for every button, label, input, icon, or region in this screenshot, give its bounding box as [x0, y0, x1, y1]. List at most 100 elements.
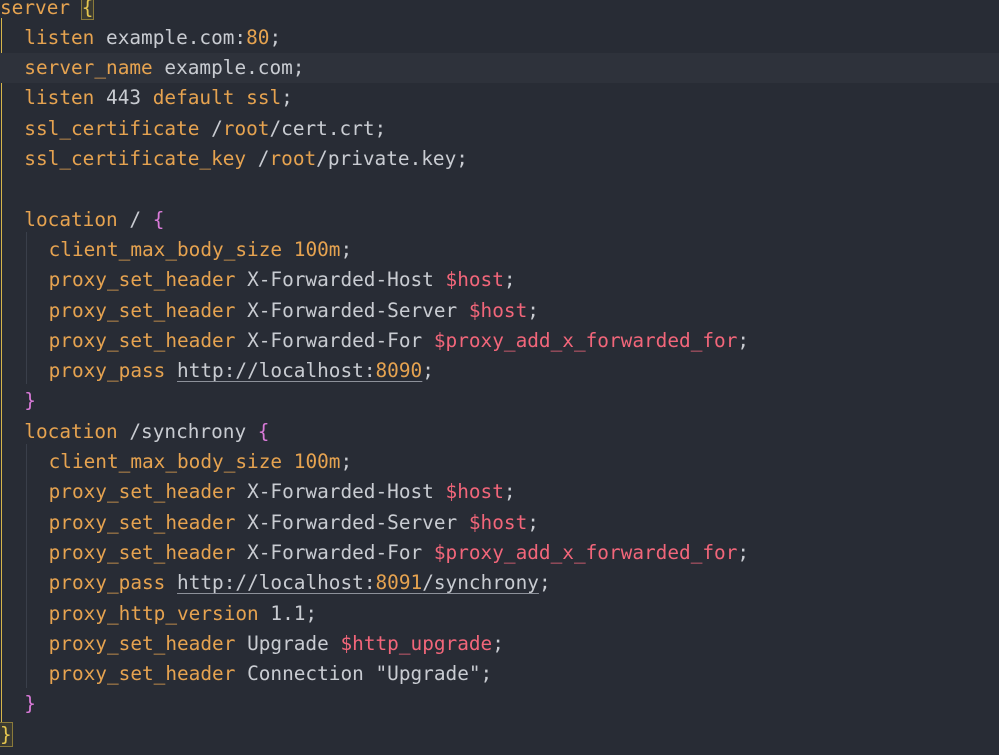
text-token: example.com;: [152, 56, 305, 80]
text-token: X-Forwarded-Host: [235, 268, 446, 292]
code-line[interactable]: proxy_set_header X-Forwarded-Server $hos…: [0, 296, 999, 326]
url-host: http://localhost:: [177, 359, 376, 383]
directive-token: root: [269, 147, 317, 170]
text-token: ;: [527, 510, 539, 534]
variable-token: $host: [445, 268, 504, 292]
variable-token: $proxy_add_x_forwarded_for: [433, 328, 738, 352]
directive-token: default: [152, 86, 235, 110]
directive-token: ssl_certificate: [24, 116, 200, 140]
directive-token: location: [24, 419, 118, 443]
code-line[interactable]: }: [0, 720, 999, 750]
directive-token: listen: [24, 86, 95, 110]
brace-token: }: [24, 692, 36, 716]
directive-token: client_max_body_size: [48, 237, 283, 261]
text-token: X-Forwarded-Host: [235, 480, 446, 504]
text-token: ;: [492, 631, 504, 655]
directive-token: proxy_set_header: [48, 268, 236, 292]
url-port: 8090: [375, 359, 423, 383]
directive-token: proxy_set_header: [48, 540, 236, 564]
code-line[interactable]: [0, 174, 999, 204]
code-line[interactable]: proxy_pass http://localhost:8090;: [0, 356, 999, 386]
brace-token: }: [24, 389, 36, 413]
code-line[interactable]: }: [0, 689, 999, 719]
code-line[interactable]: client_max_body_size 100m;: [0, 447, 999, 477]
code-line[interactable]: location / {: [0, 205, 999, 235]
directive-token: listen: [24, 25, 95, 49]
text-token: ;: [422, 359, 434, 383]
code-line[interactable]: listen 443 default ssl;: [0, 83, 999, 113]
variable-token: $host: [468, 298, 528, 322]
code-line[interactable]: ssl_certificate_key /root/private.key;: [0, 144, 999, 174]
text-token: ;: [340, 237, 353, 261]
url-link[interactable]: http://localhost:8091/synchrony: [177, 571, 539, 594]
text-token: /: [117, 207, 153, 231]
brace-token: {: [152, 207, 165, 231]
code-line[interactable]: proxy_set_header X-Forwarded-Host $host;: [0, 477, 999, 507]
text-token: ;: [737, 540, 750, 564]
variable-token: $host: [445, 480, 504, 504]
directive-token: proxy_set_header: [48, 510, 236, 534]
number-token: 80: [246, 25, 270, 49]
text-token: 443: [94, 86, 153, 110]
code-line[interactable]: proxy_set_header X-Forwarded-Host $host;: [0, 265, 999, 295]
url-host: http://localhost:: [177, 571, 376, 595]
directive-token: proxy_set_header: [48, 298, 236, 322]
directive-token: location: [24, 207, 118, 231]
text-token: X-Forwarded-For: [235, 328, 434, 352]
directive-token: proxy_set_header: [48, 631, 236, 655]
text-token: example.com:: [94, 25, 247, 49]
code-line[interactable]: proxy_set_header Upgrade $http_upgrade;: [0, 629, 999, 659]
text-token: ;: [527, 298, 539, 322]
code-line[interactable]: ssl_certificate /root/cert.crt;: [0, 114, 999, 144]
text-token: ;: [269, 25, 282, 49]
number-token: 100m: [293, 237, 341, 261]
text-token: 1.1;: [258, 601, 318, 625]
code-line[interactable]: proxy_set_header X-Forwarded-For $proxy_…: [0, 326, 999, 356]
directive-token: proxy_pass: [48, 359, 166, 383]
code-line[interactable]: client_max_body_size 100m;: [0, 235, 999, 265]
url-link[interactable]: http://localhost:8090: [177, 359, 422, 382]
text-token: X-Forwarded-Server: [235, 298, 469, 322]
directive-token: proxy_set_header: [48, 480, 236, 504]
directive-token: proxy_http_version: [48, 601, 259, 625]
matched-bracket: {: [80, 0, 95, 20]
directive-token: proxy_set_header: [48, 328, 236, 352]
directive-token: server: [0, 0, 71, 19]
text-token: /private.key;: [316, 147, 468, 170]
code-line[interactable]: location /synchrony {: [0, 417, 999, 447]
code-line[interactable]: server {: [0, 0, 999, 23]
code-line[interactable]: listen example.com:80;: [0, 23, 999, 53]
text-token: /synchrony: [117, 419, 258, 443]
code-line[interactable]: proxy_set_header Connection "Upgrade";: [0, 659, 999, 689]
code-line[interactable]: proxy_http_version 1.1;: [0, 599, 999, 629]
code-line[interactable]: server_name example.com;: [0, 53, 999, 84]
text-token: X-Forwarded-Server: [235, 510, 469, 534]
code-line[interactable]: proxy_pass http://localhost:8091/synchro…: [0, 568, 999, 598]
matched-bracket: }: [0, 721, 13, 747]
text-token: /cert.crt;: [269, 116, 387, 140]
code-editor[interactable]: server {listen example.com:80; server_nam…: [0, 0, 999, 755]
url-path: /synchrony: [422, 571, 539, 595]
text-token: ;: [538, 571, 551, 595]
url-port: 8091: [375, 571, 423, 595]
variable-token: $http_upgrade: [340, 631, 493, 655]
code-line[interactable]: proxy_set_header X-Forwarded-Server $hos…: [0, 508, 999, 538]
text-token: ;: [503, 480, 516, 504]
directive-token: root: [222, 116, 270, 140]
code-line[interactable]: proxy_set_header X-Forwarded-For $proxy_…: [0, 538, 999, 568]
brace-token: {: [257, 419, 270, 443]
directive-token: ssl: [246, 86, 282, 110]
code-line[interactable]: }: [0, 386, 999, 416]
variable-token: $host: [468, 510, 528, 534]
directive-token: ssl_certificate_key: [24, 147, 247, 170]
text-token: /: [246, 147, 270, 170]
text-token: Upgrade: [235, 631, 341, 655]
text-token: ;: [737, 328, 750, 352]
directive-token: server_name: [24, 56, 153, 80]
directive-token: proxy_set_header: [48, 662, 236, 686]
variable-token: $proxy_add_x_forwarded_for: [433, 540, 738, 564]
